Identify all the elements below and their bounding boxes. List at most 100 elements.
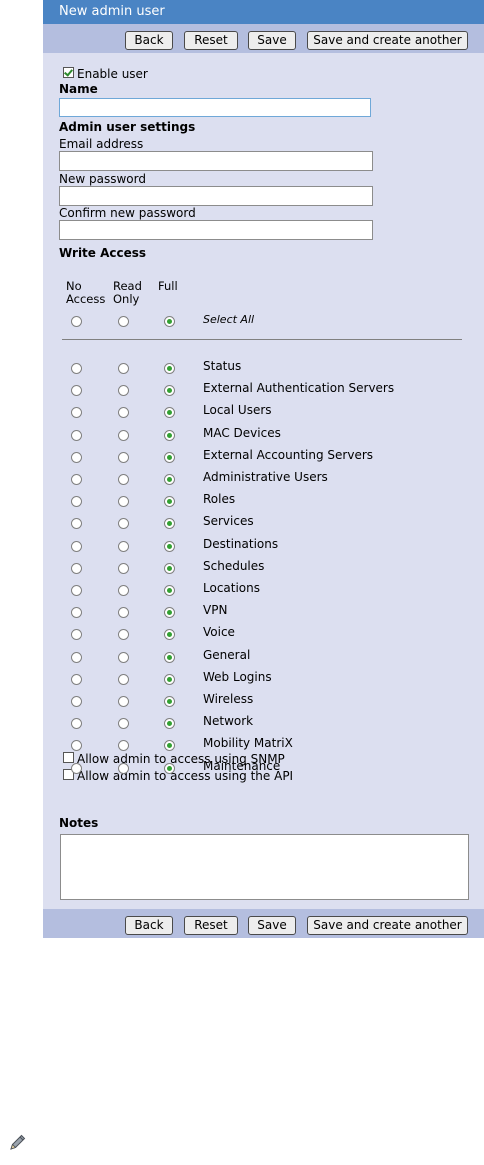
page-title: New admin user <box>43 0 484 24</box>
perm-locations-full-radio[interactable] <box>164 585 175 596</box>
perm-network-no-access-radio[interactable] <box>71 718 82 729</box>
save-and-create-another-button-bottom[interactable]: Save and create another <box>307 916 468 935</box>
perm-local-users-no-access-radio[interactable] <box>71 407 82 418</box>
perm-roles-read-only-radio[interactable] <box>118 496 129 507</box>
perm-administrative-users-no-access-radio[interactable] <box>71 474 82 485</box>
perm-locations-read-only-radio[interactable] <box>118 585 129 596</box>
pencil-icon[interactable] <box>8 1132 28 1152</box>
perm-voice-read-only-radio[interactable] <box>118 629 129 640</box>
save-and-create-another-button[interactable]: Save and create another <box>307 31 468 50</box>
perm-external-authentication-servers-no-access-radio[interactable] <box>71 385 82 396</box>
perm-local-users-label: Local Users <box>203 403 272 417</box>
perm-services-label: Services <box>203 514 254 528</box>
perm-voice-no-access-radio[interactable] <box>71 629 82 640</box>
perm-network-read-only-radio[interactable] <box>118 718 129 729</box>
perm-mac-devices-no-access-radio[interactable] <box>71 430 82 441</box>
reset-button-bottom[interactable]: Reset <box>184 916 238 935</box>
perm-vpn-full-radio[interactable] <box>164 607 175 618</box>
perm-destinations-full-radio[interactable] <box>164 541 175 552</box>
email-field[interactable] <box>59 151 373 171</box>
perm-external-accounting-servers-no-access-radio[interactable] <box>71 452 82 463</box>
confirm-password-label: Confirm new password <box>59 206 196 220</box>
perm-wireless-full-radio[interactable] <box>164 696 175 707</box>
select-all-no-access-radio[interactable] <box>71 316 82 327</box>
perm-schedules-label: Schedules <box>203 559 265 573</box>
perm-destinations-read-only-radio[interactable] <box>118 541 129 552</box>
perm-status-no-access-radio[interactable] <box>71 363 82 374</box>
col-read-only-line2: Only <box>113 292 140 306</box>
perm-schedules-no-access-radio[interactable] <box>71 563 82 574</box>
perm-vpn-read-only-radio[interactable] <box>118 607 129 618</box>
perm-roles-no-access-radio[interactable] <box>71 496 82 507</box>
perm-web-logins-no-access-radio[interactable] <box>71 674 82 685</box>
perm-services-read-only-radio[interactable] <box>118 518 129 529</box>
new-password-field[interactable] <box>59 186 373 206</box>
save-button[interactable]: Save <box>248 31 296 50</box>
perm-voice-full-radio[interactable] <box>164 629 175 640</box>
perm-external-accounting-servers-label: External Accounting Servers <box>203 448 374 462</box>
save-button-bottom[interactable]: Save <box>248 916 296 935</box>
perm-mobility-matrix-no-access-radio[interactable] <box>71 740 82 751</box>
perm-maintenance-full-radio[interactable] <box>164 763 175 774</box>
perm-maintenance-read-only-radio[interactable] <box>118 763 129 774</box>
perm-maintenance-no-access-radio[interactable] <box>71 763 82 774</box>
name-label: Name <box>59 82 98 96</box>
col-read-only-line1: Read <box>113 279 142 293</box>
select-all-read-only-radio[interactable] <box>118 316 129 327</box>
perm-locations-label: Locations <box>203 581 261 595</box>
perm-general-read-only-radio[interactable] <box>118 652 129 663</box>
reset-button[interactable]: Reset <box>184 31 238 50</box>
perm-roles-label: Roles <box>203 492 236 506</box>
divider <box>62 339 462 340</box>
perm-local-users-read-only-radio[interactable] <box>118 407 129 418</box>
perm-mobility-matrix-full-radio[interactable] <box>164 740 175 751</box>
perm-wireless-read-only-radio[interactable] <box>118 696 129 707</box>
top-button-bar: Back Reset Save Save and create another <box>43 24 484 53</box>
col-no-access-line2: Access <box>66 292 106 306</box>
perm-external-authentication-servers-label: External Authentication Servers <box>203 381 395 395</box>
perm-schedules-read-only-radio[interactable] <box>118 563 129 574</box>
enable-user-checkbox[interactable] <box>63 67 74 78</box>
select-all-label: Select All <box>203 313 255 326</box>
perm-web-logins-read-only-radio[interactable] <box>118 674 129 685</box>
perm-wireless-no-access-radio[interactable] <box>71 696 82 707</box>
perm-voice-label: Voice <box>203 625 235 639</box>
perm-destinations-label: Destinations <box>203 537 279 551</box>
perm-web-logins-label: Web Logins <box>203 670 272 684</box>
perm-services-no-access-radio[interactable] <box>71 518 82 529</box>
perm-external-accounting-servers-read-only-radio[interactable] <box>118 452 129 463</box>
back-button-bottom[interactable]: Back <box>125 916 173 935</box>
notes-label: Notes <box>59 816 99 830</box>
perm-vpn-no-access-radio[interactable] <box>71 607 82 618</box>
perm-maintenance-label: Maintenance <box>203 759 281 773</box>
perm-locations-no-access-radio[interactable] <box>71 585 82 596</box>
perm-mac-devices-read-only-radio[interactable] <box>118 430 129 441</box>
perm-general-no-access-radio[interactable] <box>71 652 82 663</box>
perm-administrative-users-full-radio[interactable] <box>164 474 175 485</box>
back-button[interactable]: Back <box>125 31 173 50</box>
col-no-access-line1: No <box>66 279 82 293</box>
perm-mac-devices-full-radio[interactable] <box>164 430 175 441</box>
perm-destinations-no-access-radio[interactable] <box>71 541 82 552</box>
select-all-full-radio[interactable] <box>164 316 175 327</box>
perm-external-authentication-servers-full-radio[interactable] <box>164 385 175 396</box>
name-input[interactable] <box>59 98 371 117</box>
perm-external-authentication-servers-read-only-radio[interactable] <box>118 385 129 396</box>
perm-mobility-matrix-read-only-radio[interactable] <box>118 740 129 751</box>
confirm-password-field[interactable] <box>59 220 373 240</box>
perm-services-full-radio[interactable] <box>164 518 175 529</box>
bottom-button-bar: Back Reset Save Save and create another <box>43 909 484 938</box>
perm-status-read-only-radio[interactable] <box>118 363 129 374</box>
notes-textarea[interactable] <box>60 834 469 900</box>
perm-network-full-radio[interactable] <box>164 718 175 729</box>
perm-general-full-radio[interactable] <box>164 652 175 663</box>
perm-roles-full-radio[interactable] <box>164 496 175 507</box>
perm-status-full-radio[interactable] <box>164 363 175 374</box>
perm-local-users-full-radio[interactable] <box>164 407 175 418</box>
perm-schedules-full-radio[interactable] <box>164 563 175 574</box>
perm-web-logins-full-radio[interactable] <box>164 674 175 685</box>
perm-administrative-users-read-only-radio[interactable] <box>118 474 129 485</box>
snmp-access-checkbox[interactable] <box>63 752 74 763</box>
perm-wireless-label: Wireless <box>203 692 254 706</box>
perm-external-accounting-servers-full-radio[interactable] <box>164 452 175 463</box>
